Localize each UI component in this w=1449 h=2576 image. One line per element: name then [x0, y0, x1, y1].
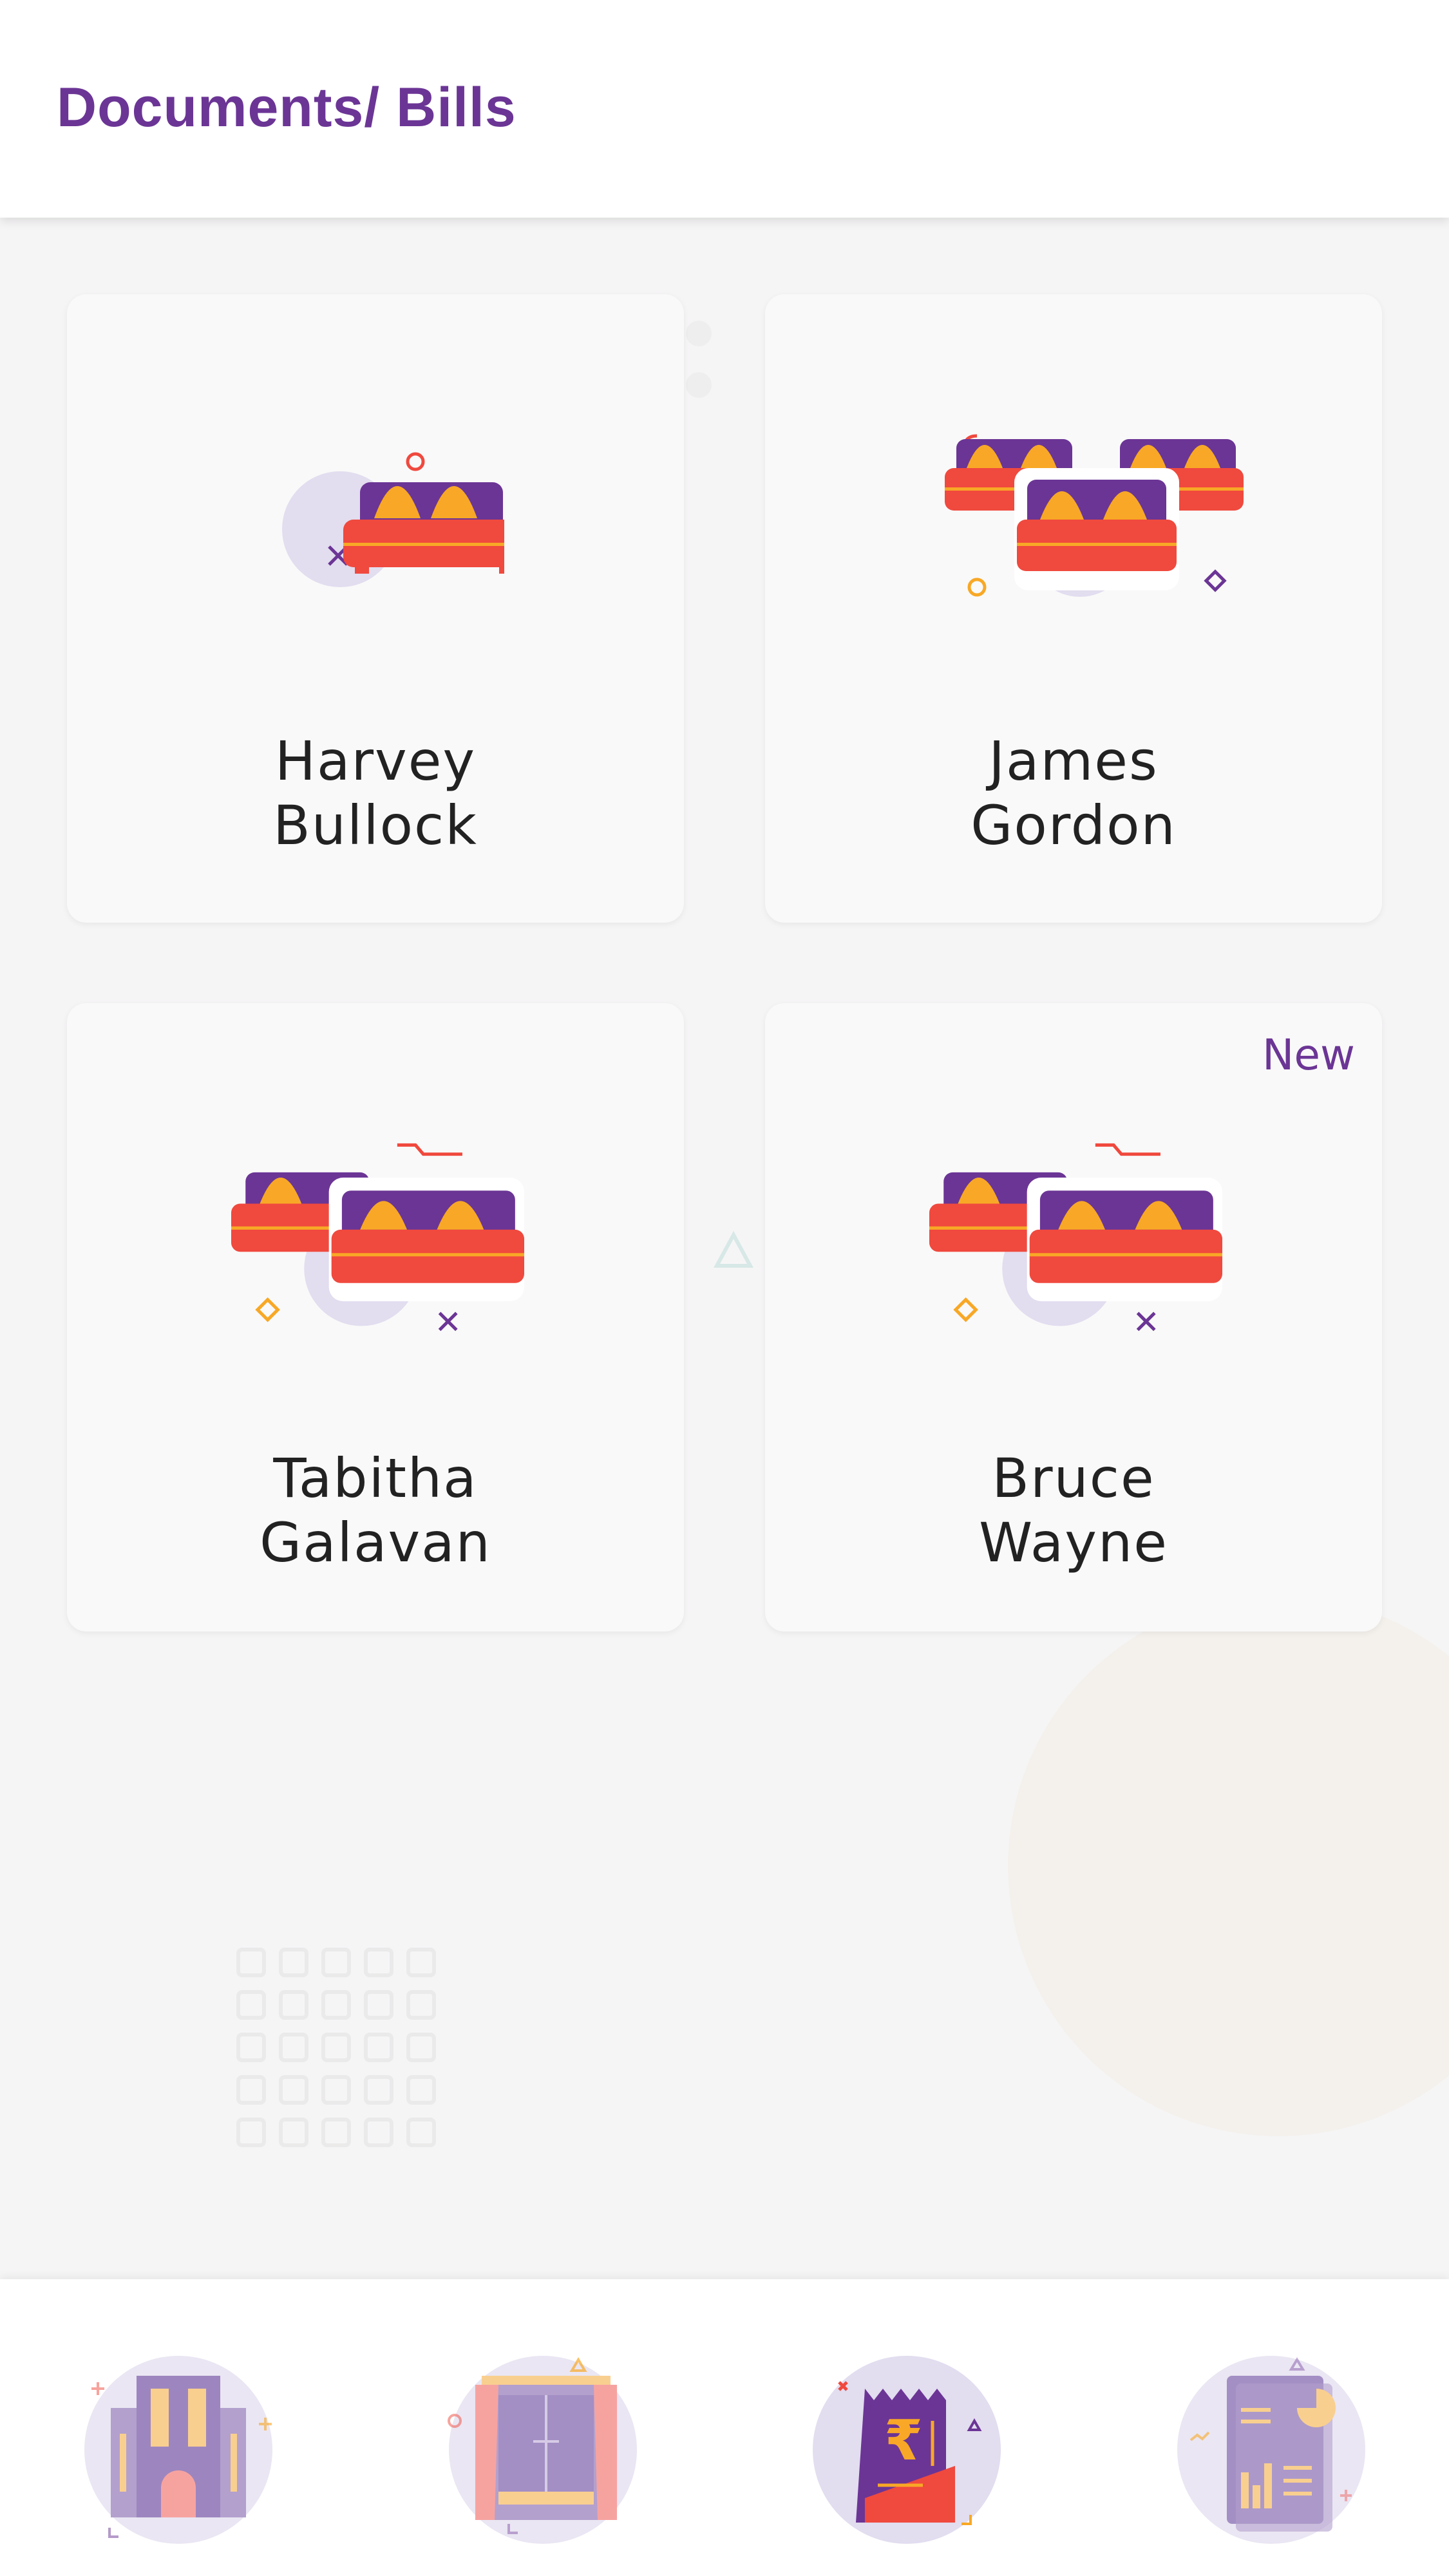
- report-chart-icon: [1177, 2356, 1365, 2544]
- card-name-line1: James: [989, 729, 1159, 793]
- card-name-line1: Harvey: [274, 729, 477, 793]
- card-name: James Gordon: [765, 729, 1382, 858]
- page-title: Documents/ Bills: [57, 77, 516, 138]
- card-name-line2: Wayne: [979, 1511, 1168, 1574]
- card-harvey-bullock[interactable]: Harvey Bullock: [67, 294, 684, 923]
- card-name: Bruce Wayne: [765, 1446, 1382, 1575]
- nav-reports[interactable]: [1165, 2337, 1378, 2550]
- bill-rupee-icon: ₹: [813, 2356, 1001, 2544]
- three-beds-icon: [945, 434, 1244, 597]
- card-name-line2: Gordon: [971, 794, 1177, 857]
- two-beds-icon: [929, 1143, 1222, 1331]
- card-name-line2: Galavan: [260, 1511, 491, 1574]
- nav-room[interactable]: [437, 2337, 649, 2550]
- svg-text:₹: ₹: [884, 2409, 923, 2473]
- card-bruce-wayne[interactable]: New Bruce Wayne: [765, 1003, 1382, 1631]
- card-james-gordon[interactable]: James Gordon: [765, 294, 1382, 923]
- bottom-nav: ₹: [0, 2279, 1449, 2576]
- card-name: Harvey Bullock: [67, 729, 684, 858]
- app-header: Documents/ Bills: [0, 0, 1449, 218]
- nav-bills[interactable]: ₹: [800, 2337, 1013, 2550]
- room-icon: [448, 2356, 637, 2544]
- card-name-line2: Bullock: [273, 794, 478, 857]
- card-tabitha-galavan[interactable]: Tabitha Galavan: [67, 1003, 684, 1631]
- nav-building[interactable]: [72, 2337, 285, 2550]
- building-icon: [84, 2356, 272, 2544]
- card-name-line1: Tabitha: [273, 1447, 478, 1510]
- card-name-line1: Bruce: [992, 1447, 1155, 1510]
- single-bed-icon: [282, 452, 504, 587]
- new-badge: New: [1262, 1030, 1355, 1080]
- card-name: Tabitha Galavan: [67, 1446, 684, 1575]
- two-beds-icon: [231, 1143, 524, 1331]
